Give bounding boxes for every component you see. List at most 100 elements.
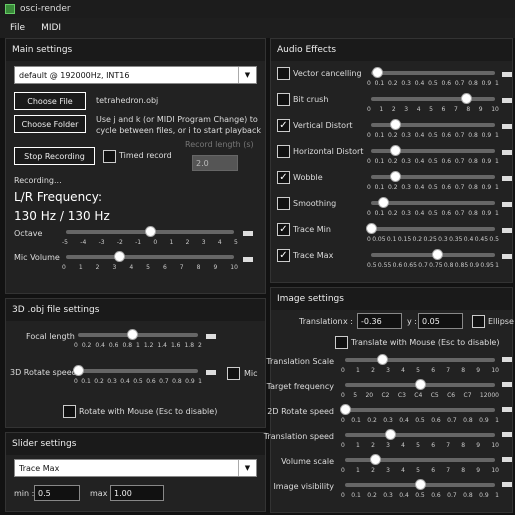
slider-thumb[interactable] [365, 223, 377, 234]
effect-checkbox[interactable] [277, 93, 290, 106]
slider-thumb[interactable] [390, 119, 402, 130]
slider-thumb[interactable] [377, 354, 388, 365]
slider-track[interactable] [371, 201, 495, 205]
slider-track[interactable] [371, 71, 495, 75]
slider-thumb[interactable] [369, 454, 381, 465]
slider-track[interactable] [345, 358, 495, 362]
midi-icon[interactable] [243, 231, 253, 236]
menu-file[interactable]: File [10, 23, 25, 33]
mic-checkbox[interactable] [227, 367, 240, 380]
tick-label: 0 [341, 442, 345, 449]
translation-y-input[interactable]: 0.05 [418, 313, 463, 329]
midi-icon[interactable] [502, 176, 512, 181]
effect-checkbox[interactable] [277, 145, 290, 158]
effect-slider[interactable]: 0.5 0.55 0.6 0.65 0.7 0.75 0.8 0.85 0.9 0.95 1 [367, 249, 499, 273]
midi-icon[interactable] [502, 202, 512, 207]
slider-thumb[interactable] [390, 171, 402, 182]
midi-icon[interactable] [206, 370, 216, 375]
effect-slider[interactable]: 0 0.1 0.2 0.3 0.4 0.5 0.6 0.7 0.8 0.9 1 [367, 171, 499, 195]
slider-track[interactable] [345, 458, 495, 462]
slider-track[interactable] [371, 97, 495, 101]
rotate-speed-slider[interactable]: 0 0.1 0.2 0.3 0.4 0.5 0.6 0.7 0.8 0.9 1 [72, 365, 202, 391]
effect-checkbox[interactable]: ✓ [277, 249, 290, 262]
slider-track[interactable] [345, 433, 495, 437]
slider-track[interactable] [66, 255, 234, 259]
record-length-input[interactable]: 2.0 [192, 155, 238, 171]
midi-icon[interactable] [502, 254, 512, 259]
effect-checkbox[interactable]: ✓ [277, 119, 290, 132]
menu-midi[interactable]: MIDI [41, 23, 61, 33]
tick-label: 3 [386, 467, 390, 474]
tick-label: 0.3 [107, 378, 117, 385]
midi-icon[interactable] [502, 407, 512, 412]
image-setting-slider[interactable]: 0 5 20 C2 C3 C4 C5 C6 C7 12000 [341, 379, 499, 403]
midi-icon[interactable] [502, 98, 512, 103]
stop-recording-button[interactable]: Stop Recording [14, 147, 95, 165]
choose-file-button[interactable]: Choose File [14, 92, 86, 110]
midi-icon[interactable] [502, 482, 512, 487]
midi-icon[interactable] [502, 457, 512, 462]
slider-thumb[interactable] [72, 365, 84, 376]
slider-thumb[interactable] [126, 329, 138, 340]
midi-icon[interactable] [502, 124, 512, 129]
tick-label: 8 [461, 467, 466, 474]
midi-icon[interactable] [502, 432, 512, 437]
effect-checkbox[interactable] [277, 67, 290, 80]
slider-track[interactable] [78, 333, 198, 337]
slider-select[interactable]: Trace Max ▼ [14, 459, 257, 477]
translate-mouse-checkbox[interactable] [335, 336, 348, 349]
mic-volume-slider[interactable]: 0 1 2 3 4 5 6 7 8 9 10 [62, 251, 238, 277]
tick-label: 0.9 [479, 417, 489, 424]
chevron-down-icon[interactable]: ▼ [238, 67, 256, 83]
image-setting-slider[interactable]: 0 0.1 0.2 0.3 0.4 0.5 0.6 0.7 0.8 0.9 1 [339, 404, 499, 428]
midi-icon[interactable] [502, 357, 512, 362]
slider-thumb[interactable] [432, 249, 444, 260]
effect-slider[interactable]: 0 0.1 0.2 0.3 0.4 0.5 0.6 0.7 0.8 0.9 1 [367, 145, 499, 169]
tick-label: 9 [476, 442, 481, 449]
slider-track[interactable] [345, 408, 495, 412]
slider-track[interactable] [78, 369, 198, 373]
min-input[interactable]: 0.5 [34, 485, 80, 501]
rotate-mouse-checkbox[interactable] [63, 405, 76, 418]
max-input[interactable]: 1.00 [110, 485, 164, 501]
slider-thumb[interactable] [390, 145, 402, 156]
slider-thumb[interactable] [144, 226, 156, 237]
translation-x-input[interactable]: -0.36 [357, 313, 402, 329]
effect-slider[interactable]: 0 1 2 3 4 5 6 7 8 9 10 [367, 93, 499, 117]
slider-thumb[interactable] [414, 379, 426, 390]
effect-checkbox[interactable] [277, 197, 290, 210]
midi-icon[interactable] [502, 228, 512, 233]
slider-thumb[interactable] [114, 251, 126, 262]
midi-icon[interactable] [502, 150, 512, 155]
image-setting-slider[interactable]: 0 1 2 3 4 5 6 7 8 9 10 [341, 429, 499, 453]
image-setting-slider[interactable]: 0 1 2 3 4 5 6 7 8 9 10 [341, 454, 499, 478]
midi-icon[interactable] [502, 382, 512, 387]
effect-slider[interactable]: 0 0.1 0.2 0.3 0.4 0.5 0.6 0.7 0.8 0.9 1 [367, 67, 499, 91]
chevron-down-icon[interactable]: ▼ [238, 460, 256, 476]
effect-slider[interactable]: 0 0.1 0.2 0.3 0.4 0.5 0.6 0.7 0.8 0.9 1 [367, 119, 499, 143]
slider-track[interactable] [371, 227, 495, 231]
image-setting-slider[interactable]: 0 0.1 0.2 0.3 0.4 0.5 0.6 0.7 0.8 0.9 1 [341, 479, 499, 503]
effect-slider[interactable]: 0 0.05 0.1 0.15 0.2 0.25 0.3 0.35 0.4 0.45 0.5 [365, 223, 499, 247]
image-setting-slider[interactable]: 0 1 2 3 4 5 6 7 8 9 10 [341, 354, 499, 378]
effect-slider[interactable]: 0 0.1 0.2 0.3 0.4 0.5 0.6 0.7 0.8 0.9 1 [367, 197, 499, 221]
slider-thumb[interactable] [460, 93, 472, 104]
choose-folder-button[interactable]: Choose Folder [14, 115, 86, 133]
effect-checkbox[interactable]: ✓ [277, 171, 290, 184]
slider-thumb[interactable] [339, 404, 351, 415]
timed-record-checkbox[interactable] [103, 150, 116, 163]
slider-thumb[interactable] [371, 67, 383, 78]
slider-thumb[interactable] [384, 429, 396, 440]
midi-icon[interactable] [206, 334, 216, 339]
midi-icon[interactable] [243, 257, 253, 262]
octave-slider[interactable]: -5 -4 -3 -2 -1 0 1 2 3 4 5 [62, 226, 238, 252]
tick-label: 0.5 [415, 417, 425, 424]
audio-device-select[interactable]: default @ 192000Hz, INT16 ▼ [14, 66, 257, 84]
focal-length-slider[interactable]: 0 0.2 0.4 0.6 0.8 1 1.2 1.4 1.6 1.8 2 [74, 329, 202, 355]
slider-thumb[interactable] [414, 479, 426, 490]
slider-thumb[interactable] [377, 197, 389, 208]
midi-icon[interactable] [502, 72, 512, 77]
ellipse-checkbox[interactable] [472, 315, 485, 328]
tick-label: 0.8 [468, 158, 478, 165]
effect-checkbox[interactable]: ✓ [277, 223, 290, 236]
